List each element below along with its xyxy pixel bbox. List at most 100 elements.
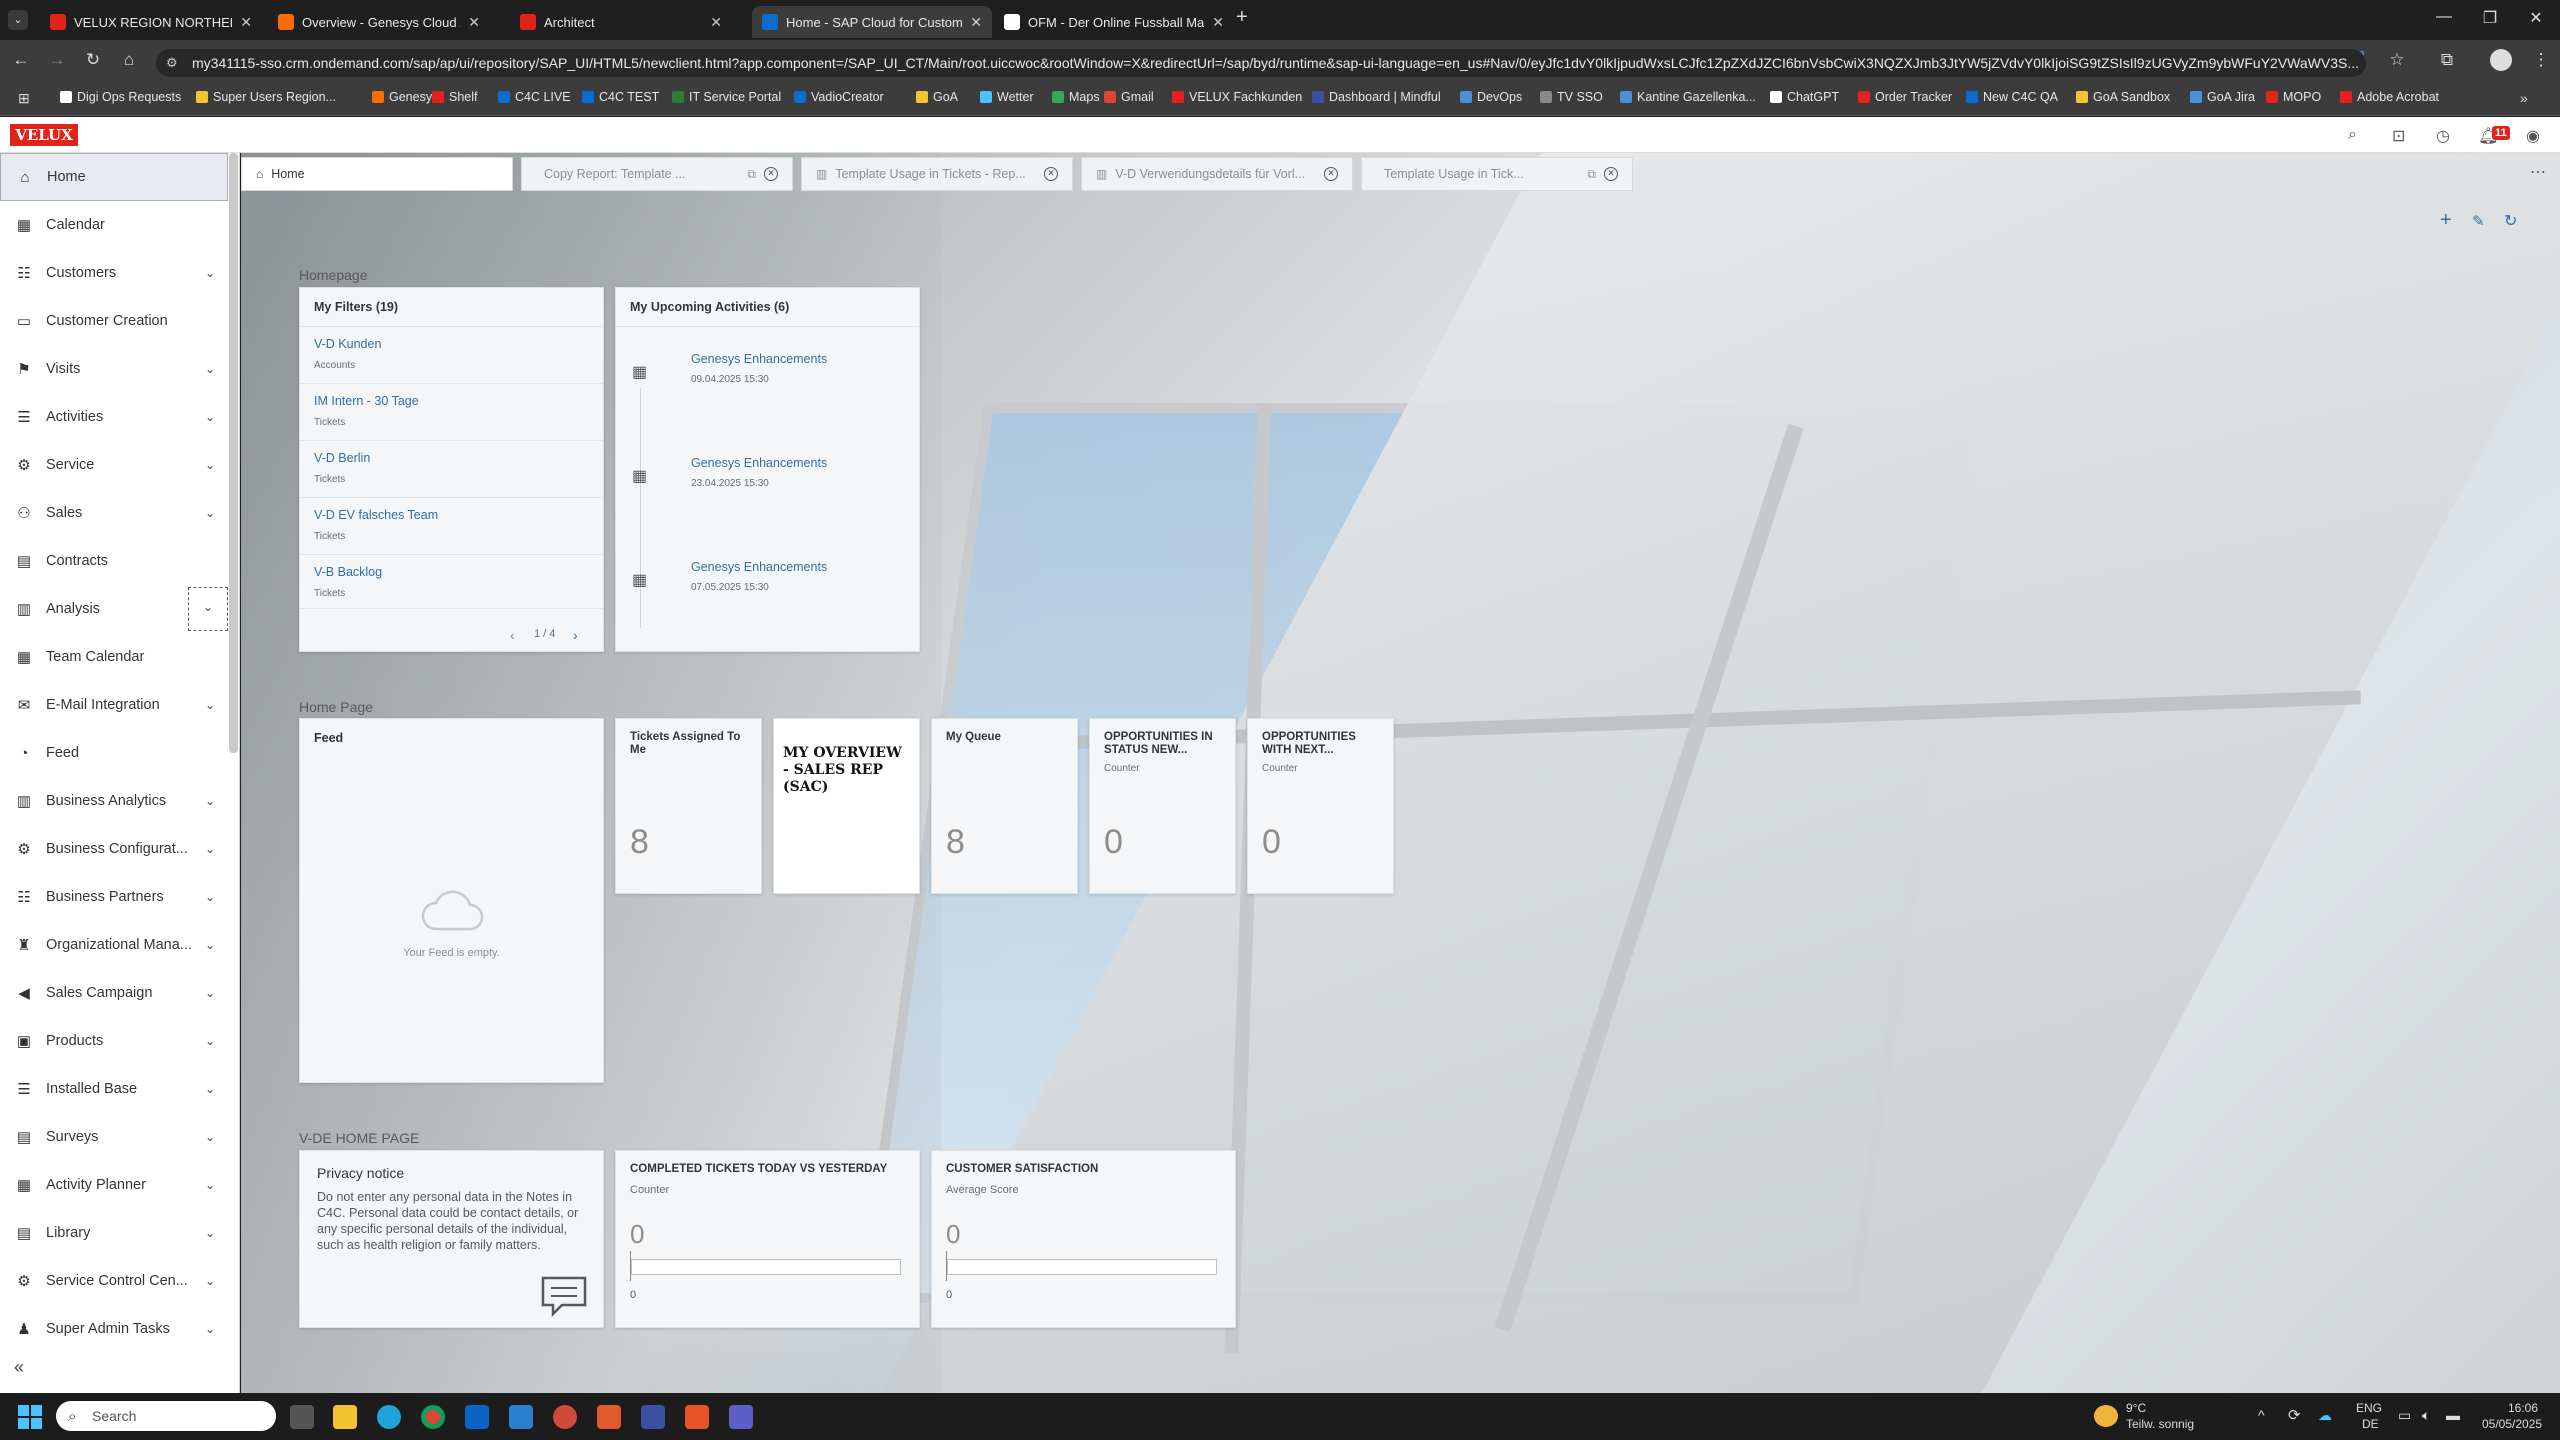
sync-icon[interactable]: ⟳ <box>2288 1406 2301 1424</box>
sidebar-item-team-calendar[interactable]: ▦ Team Calendar <box>0 633 228 681</box>
volume-icon[interactable]: 🔈︎ <box>2422 1407 2430 1424</box>
chevron-down-icon[interactable]: ⌄ <box>200 986 220 1000</box>
velux-logo[interactable]: VELUX <box>10 124 78 146</box>
bookmark-item[interactable]: GoA Sandbox <box>2076 90 2170 104</box>
bookmark-item[interactable]: Genesys <box>372 90 438 104</box>
chevron-down-icon[interactable]: ⌄ <box>200 506 220 520</box>
bookmark-item[interactable]: Digi Ops Requests <box>60 90 181 104</box>
tab-close-icon[interactable]: ✕ <box>1044 167 1058 181</box>
activity-list-item[interactable]: ▦ Genesys Enhancements 23.04.2025 15:30 <box>616 444 919 548</box>
chevron-down-icon[interactable]: ⌄ <box>200 1178 220 1192</box>
sidebar-scrollbar[interactable] <box>229 153 238 753</box>
close-window-icon[interactable]: ✕ <box>2524 8 2548 28</box>
add-icon[interactable]: + <box>2440 209 2452 232</box>
language-de[interactable]: DE <box>2362 1417 2379 1431</box>
sidebar-item-sales-campaign[interactable]: ◀ Sales Campaign ⌄ <box>0 969 228 1017</box>
forward-icon[interactable]: → <box>46 50 68 70</box>
filter-name-link[interactable]: V-D Kunden <box>314 337 381 351</box>
activity-list-item[interactable]: ▦ Genesys Enhancements 09.04.2025 15:30 <box>616 340 919 444</box>
filter-name-link[interactable]: IM Intern - 30 Tage <box>314 394 419 408</box>
bookmark-item[interactable]: IT Service Portal <box>672 90 781 104</box>
tray-chevron-icon[interactable]: ^ <box>2258 1407 2265 1423</box>
more-bookmarks-icon[interactable]: » <box>2520 90 2528 106</box>
sidebar-item-business-analytics[interactable]: ▥ Business Analytics ⌄ <box>0 777 228 825</box>
tab-close-icon[interactable]: ✕ <box>1604 167 1618 181</box>
filter-list-item[interactable]: V-D EV falsches Team Tickets <box>300 498 603 555</box>
browser-tab[interactable]: VELUX REGION NORTHERN EU ✕ <box>40 6 262 38</box>
bookmark-item[interactable]: DevOps <box>1460 90 1522 104</box>
sidebar-item-calendar[interactable]: ▦ Calendar <box>0 201 228 249</box>
bookmark-item[interactable]: VadioCreator <box>794 90 884 104</box>
site-info-icon[interactable]: ⚙ <box>166 55 178 71</box>
sidebar-item-sales[interactable]: ⚇ Sales ⌄ <box>0 489 228 537</box>
file-explorer-icon[interactable] <box>333 1405 357 1429</box>
tab-search-icon[interactable]: ⌄ <box>8 10 28 30</box>
chevron-down-icon[interactable]: ⌄ <box>200 1322 220 1336</box>
bookmark-star-icon[interactable]: ☆ <box>2386 50 2408 70</box>
bookmark-item[interactable]: TV SSO <box>1540 90 1603 104</box>
activity-name-link[interactable]: Genesys Enhancements <box>691 456 827 470</box>
sidebar-item-products[interactable]: ▣ Products ⌄ <box>0 1017 228 1065</box>
filter-list-item[interactable]: V-B Backlog Tickets <box>300 555 603 612</box>
sidebar-item-home[interactable]: ⌂ Home <box>0 153 228 201</box>
kpi-tile[interactable]: My Queue 8 <box>931 718 1078 894</box>
content-tab[interactable]: ⌂ Home <box>241 157 513 191</box>
chevron-down-icon[interactable]: ⌄ <box>200 842 220 856</box>
filter-name-link[interactable]: V-B Backlog <box>314 565 382 579</box>
chevron-down-icon[interactable]: ⌄ <box>200 938 220 952</box>
sidebar-item-business-partners[interactable]: ☷ Business Partners ⌄ <box>0 873 228 921</box>
bookmark-item[interactable]: Super Users Region... <box>196 90 336 104</box>
app-icon-red[interactable] <box>553 1405 577 1429</box>
activity-name-link[interactable]: Genesys Enhancements <box>691 560 827 574</box>
url-input[interactable]: my341115-sso.crm.ondemand.com/sap/ap/ui/… <box>156 49 2366 77</box>
bookmark-item[interactable]: ChatGPT <box>1770 90 1839 104</box>
taskbar-search-input[interactable]: Search <box>56 1401 276 1431</box>
chevron-down-icon[interactable]: ⌄ <box>200 362 220 376</box>
bookmark-item[interactable]: C4C LIVE <box>498 90 571 104</box>
content-tab[interactable]: ▥ V-D Verwendungsdetails für Vorl... ✕ <box>1081 157 1353 191</box>
bookmark-item[interactable]: GoA <box>916 90 958 104</box>
edge-icon[interactable] <box>377 1405 401 1429</box>
activity-list-item[interactable]: ▦ Genesys Enhancements 07.05.2025 15:30 <box>616 548 919 652</box>
browser-tab[interactable]: Overview - Genesys Cloud Adm ✕ <box>268 6 490 38</box>
sidebar-item-analysis[interactable]: ▥ Analysis ⌄ <box>0 585 228 633</box>
bookmark-item[interactable]: Kantine Gazellenka... <box>1620 90 1756 104</box>
content-tab[interactable]: ▥ Template Usage in Tickets - Rep... ✕ <box>801 157 1073 191</box>
sidebar-item-customer-creation[interactable]: ▭ Customer Creation <box>0 297 228 345</box>
sidebar-item-surveys[interactable]: ▤ Surveys ⌄ <box>0 1113 228 1161</box>
bookmark-item[interactable]: GoA Jira <box>2190 90 2255 104</box>
sidebar-item-super-admin-tasks[interactable]: ♟ Super Admin Tasks ⌄ <box>0 1305 228 1353</box>
customer-satisfaction-card[interactable]: CUSTOMER SATISFACTION Average Score 0 0 <box>931 1150 1236 1328</box>
bookmark-item[interactable]: Dashboard | Mindful <box>1312 90 1441 104</box>
next-page-icon[interactable]: › <box>573 627 578 643</box>
edit-pencil-icon[interactable]: ✎ <box>2472 212 2485 230</box>
chrome-icon[interactable] <box>421 1405 445 1429</box>
content-tab[interactable]: Copy Report: Template ... ⧉ ✕ <box>521 157 793 191</box>
bookmark-item[interactable]: Shelf <box>432 90 478 104</box>
weather-icon[interactable] <box>2094 1405 2118 1427</box>
chevron-down-icon[interactable]: ⌄ <box>200 410 220 424</box>
bookmark-item[interactable]: Order Tracker <box>1858 90 1952 104</box>
onedrive-icon[interactable]: ☁ <box>2318 1407 2332 1424</box>
chevron-down-icon[interactable]: ⌄ <box>200 1082 220 1096</box>
sidebar-item-service[interactable]: ⚙ Service ⌄ <box>0 441 228 489</box>
chevron-down-icon[interactable]: ⌄ <box>200 698 220 712</box>
task-view-icon[interactable] <box>290 1405 314 1429</box>
language-eng[interactable]: ENG <box>2356 1401 2382 1415</box>
kpi-tile[interactable]: OPPORTUNITIES IN STATUS NEW... Counter 0 <box>1089 718 1236 894</box>
app-icon-orange[interactable] <box>685 1405 709 1429</box>
clock-date[interactable]: 05/05/2025 <box>2482 1417 2542 1431</box>
filter-list-item[interactable]: IM Intern - 30 Tage Tickets <box>300 384 603 441</box>
sidebar-item-customers[interactable]: ☷ Customers ⌄ <box>0 249 228 297</box>
recent-history-icon[interactable]: ◷ <box>2436 126 2450 146</box>
maximize-icon[interactable]: ❐ <box>2478 8 2502 28</box>
clock-time[interactable]: 16:06 <box>2508 1401 2538 1415</box>
outlook-icon[interactable] <box>465 1405 489 1429</box>
bookmark-item[interactable]: VELUX Fachkunden <box>1172 90 1302 104</box>
tab-close-icon[interactable]: ✕ <box>970 14 982 31</box>
filter-list-item[interactable]: V-D Berlin Tickets <box>300 441 603 498</box>
new-tab-button[interactable]: + <box>1236 6 1248 29</box>
minimize-icon[interactable]: — <box>2432 8 2456 26</box>
browser-tab[interactable]: Architect ✕ <box>510 6 732 38</box>
sidebar-item-installed-base[interactable]: ☰ Installed Base ⌄ <box>0 1065 228 1113</box>
